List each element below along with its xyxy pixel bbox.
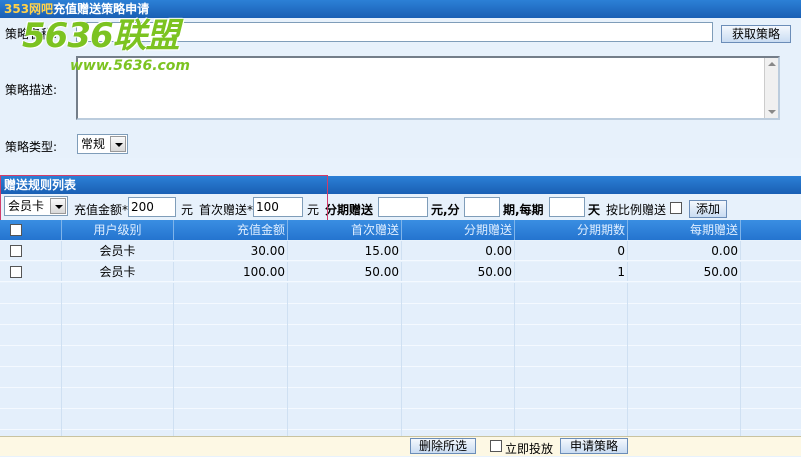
column-header[interactable]: 用户级别: [62, 220, 174, 240]
scroll-down-icon: [768, 110, 776, 114]
table-cell: 0.00: [402, 241, 515, 260]
table-cell: 50.00: [628, 262, 741, 281]
select-all-checkbox[interactable]: [10, 224, 22, 236]
window-title: 充值赠送策略申请: [53, 2, 150, 16]
period-days-input[interactable]: [549, 197, 585, 217]
yuan-fen-label: 元,分: [431, 203, 460, 217]
publish-now-label: 立即投放: [505, 442, 554, 456]
table-cell: 1: [515, 262, 628, 281]
installment-gift-label: 分期赠送: [325, 203, 374, 217]
empty-grid-area: [0, 283, 801, 436]
ratio-gift-checkbox[interactable]: [670, 202, 682, 214]
chevron-down-icon: [110, 136, 126, 152]
strategy-type-select[interactable]: 常规: [77, 134, 128, 154]
table-cell: 30.00: [174, 241, 288, 260]
table-row[interactable]: 会员卡 30.00 15.00 0.00 0 0.00: [0, 241, 801, 261]
scroll-up-icon: [768, 62, 776, 66]
row-checkbox[interactable]: [10, 266, 22, 278]
select-all-cell: [0, 220, 62, 240]
brand-name: 353网吧: [4, 2, 54, 16]
table-cell: 会员卡: [62, 262, 174, 281]
table-cell: 100.00: [174, 262, 288, 281]
period-each-label: 期,每期: [503, 203, 544, 217]
ratio-gift-label: 按比例赠送: [606, 203, 667, 217]
footer-bar: [0, 436, 801, 456]
table-row[interactable]: 会员卡 100.00 50.00 50.00 1 50.00: [0, 262, 801, 282]
rules-table-header: 用户级别 充值金额 首次赠送 分期赠送 分期期数 每期赠送: [0, 220, 801, 240]
strategy-type-value: 常规: [81, 137, 106, 151]
strategy-description-label: 策略描述:: [5, 83, 58, 97]
apply-strategy-button[interactable]: 申请策略: [560, 438, 628, 454]
installment-gift-input[interactable]: [378, 197, 428, 217]
row-checkbox[interactable]: [10, 245, 22, 257]
publish-now-checkbox[interactable]: [490, 440, 502, 452]
day-label: 天: [588, 203, 601, 217]
table-cell: 15.00: [288, 241, 402, 260]
add-rule-button[interactable]: 添加: [689, 200, 727, 218]
delete-selected-button[interactable]: 删除所选: [410, 438, 476, 454]
table-cell: 0.00: [628, 241, 741, 260]
table-cell: 会员卡: [62, 241, 174, 260]
column-header[interactable]: 分期期数: [515, 220, 628, 240]
highlight-box: [0, 175, 328, 222]
column-header[interactable]: 每期赠送: [628, 220, 741, 240]
column-header[interactable]: 分期赠送: [402, 220, 515, 240]
description-scrollbar[interactable]: [764, 58, 778, 118]
watermark-logo: 5636联盟: [22, 16, 180, 56]
watermark-url: www.5636.com: [70, 58, 191, 74]
fetch-strategy-button[interactable]: 获取策略: [721, 25, 791, 43]
installment-periods-input[interactable]: [464, 197, 500, 217]
table-cell: 50.00: [288, 262, 402, 281]
column-header[interactable]: 充值金额: [174, 220, 288, 240]
table-cell: 0: [515, 241, 628, 260]
strategy-type-label: 策略类型:: [5, 140, 58, 154]
table-cell: 50.00: [402, 262, 515, 281]
column-header[interactable]: 首次赠送: [288, 220, 402, 240]
